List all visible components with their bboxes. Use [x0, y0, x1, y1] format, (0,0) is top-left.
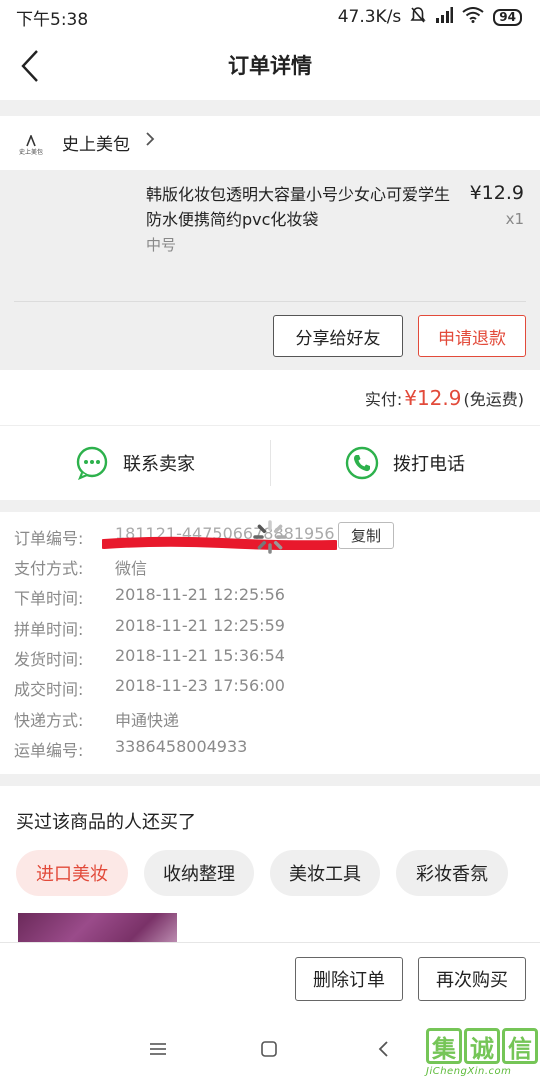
loading-spinner-icon — [253, 520, 287, 554]
store-link[interactable]: 史上美包 史上美包 — [0, 116, 540, 170]
status-time: 下午5:38 — [16, 9, 89, 30]
redaction-scribble — [102, 536, 337, 550]
menu-icon[interactable] — [143, 1034, 173, 1064]
mute-bell-icon — [410, 6, 426, 29]
detail-row: 成交时间: 2018-11-23 17:56:00 — [14, 676, 285, 699]
chip-imported-makeup[interactable]: 进口美妆 — [16, 850, 128, 896]
call-button[interactable]: 拨打电话 — [270, 426, 540, 500]
back-triangle-icon[interactable] — [368, 1034, 398, 1064]
store-logo: 史上美包 — [18, 132, 44, 158]
recommendations: 买过该商品的人还买了 进口美妆 收纳整理 美妆工具 彩妆香氛 — [0, 786, 540, 946]
watermark-char: 诚 — [464, 1028, 500, 1064]
product-title: 韩版化妆包透明大容量小号少女心可爱学生防水便携简约pvc化妆袋 — [146, 185, 451, 229]
payment-summary: 实付: ¥12.9 (免运费) — [0, 370, 540, 426]
phone-icon — [345, 446, 379, 480]
watermark-logo: 集 诚 信 JiChengXin.com — [418, 1026, 540, 1080]
watermark-char: 信 — [502, 1028, 538, 1064]
page-title: 订单详情 — [228, 54, 312, 78]
delete-order-button[interactable]: 删除订单 — [295, 957, 403, 1001]
network-speed: 47.3K/s — [337, 7, 402, 27]
chip-cosmetics-fragrance[interactable]: 彩妆香氛 — [396, 850, 508, 896]
call-label: 拨打电话 — [393, 454, 465, 475]
watermark-char: 集 — [426, 1028, 462, 1064]
contact-actions: 联系卖家 拨打电话 — [0, 426, 540, 500]
detail-row: 支付方式: 微信 — [14, 559, 148, 578]
signal-icon — [435, 6, 454, 28]
share-button[interactable]: 分享给好友 — [273, 315, 403, 357]
detail-row: 运单编号: 3386458004933 — [14, 737, 248, 760]
product-spec: 中号 — [146, 236, 177, 254]
wifi-icon — [462, 6, 484, 28]
copy-button[interactable]: 复制 — [338, 522, 394, 549]
status-indicators: 47.3K/s 94 — [338, 6, 522, 29]
watermark-url: JiChengXin.com — [426, 1066, 512, 1077]
store-name: 史上美包 — [62, 135, 130, 155]
paid-label: 实付: — [364, 390, 403, 409]
divider — [14, 301, 526, 302]
paid-amount: ¥12.9 — [404, 386, 462, 410]
recommend-title: 买过该商品的人还买了 — [16, 812, 196, 833]
chevron-right-icon — [145, 131, 155, 152]
detail-row: 快递方式: 申通快递 — [14, 711, 180, 730]
chat-bubble-icon — [76, 446, 108, 480]
detail-row: 拼单时间: 2018-11-21 12:25:59 — [14, 616, 285, 639]
contact-seller-label: 联系卖家 — [123, 454, 195, 475]
contact-seller-button[interactable]: 联系卖家 — [0, 426, 270, 500]
detail-row: 下单时间: 2018-11-21 12:25:56 — [14, 585, 285, 608]
shipping-note: (免运费) — [463, 390, 525, 409]
order-number-label: 订单编号: — [14, 529, 84, 548]
chip-makeup-tools[interactable]: 美妆工具 — [270, 850, 380, 896]
header-bar: 订单详情 — [0, 34, 540, 100]
bottom-action-bar: 删除订单 再次购买 — [0, 942, 540, 1016]
battery-icon: 94 — [493, 8, 522, 26]
home-square-icon[interactable] — [254, 1034, 284, 1064]
product-quantity: x1 — [505, 210, 524, 228]
product-item[interactable]: 韩版化妆包透明大容量小号少女心可爱学生防水便携简约pvc化妆袋 中号 ¥12.9… — [0, 170, 540, 370]
product-price: ¥12.9 — [469, 182, 524, 204]
chip-storage[interactable]: 收纳整理 — [144, 850, 254, 896]
status-bar: 下午5:38 47.3K/s 94 — [0, 0, 540, 34]
detail-row: 发货时间: 2018-11-21 15:36:54 — [14, 646, 285, 669]
order-number-row: 订单编号: — [14, 525, 115, 549]
refund-button[interactable]: 申请退款 — [418, 315, 526, 357]
buy-again-button[interactable]: 再次购买 — [418, 957, 526, 1001]
order-details: 订单编号: 181121-447506678881956 复制 支付方式: 微信… — [0, 512, 540, 774]
